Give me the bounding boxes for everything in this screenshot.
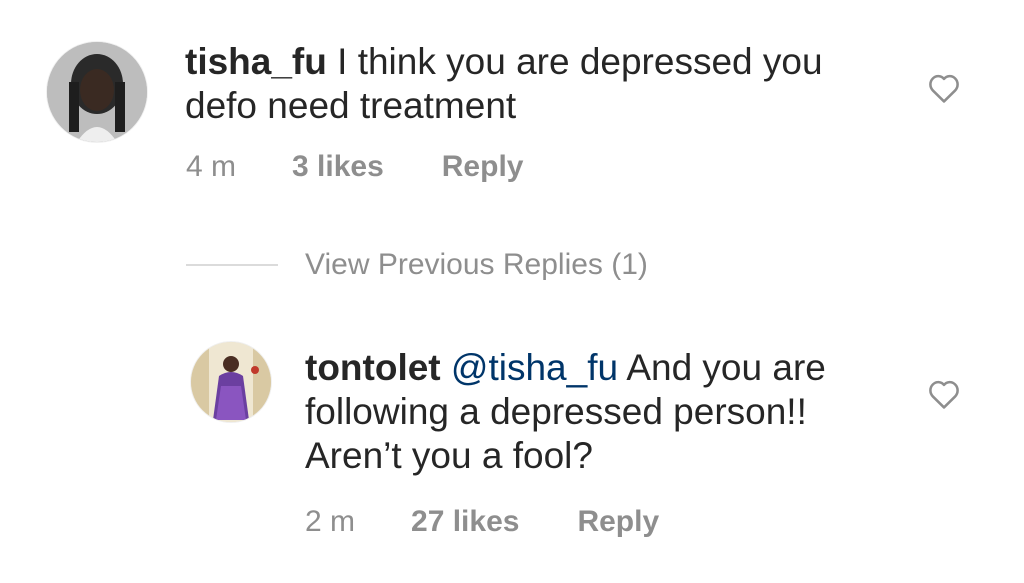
like-heart-icon[interactable] <box>927 378 961 410</box>
comment-likes-count[interactable]: 27 likes <box>411 505 519 539</box>
comment-timestamp: 4 m <box>186 150 237 183</box>
mention-link[interactable]: @tisha_fu <box>451 347 618 388</box>
divider-line <box>186 264 278 266</box>
user-avatar-image <box>47 42 147 142</box>
comment-likes-count[interactable]: 3 likes <box>292 150 384 184</box>
avatar[interactable] <box>191 342 271 422</box>
avatar[interactable] <box>47 42 147 142</box>
user-avatar-image <box>191 342 271 422</box>
comment-username[interactable]: tisha_fu <box>185 41 327 82</box>
like-heart-icon[interactable] <box>927 72 961 104</box>
reply-button[interactable]: Reply <box>442 150 524 184</box>
comment-meta: 2 m 27 likes Reply <box>305 505 659 539</box>
comment-text: tisha_fu I think you are depressed you d… <box>185 40 875 128</box>
view-previous-replies-link[interactable]: View Previous Replies (1) <box>305 248 648 282</box>
comment-meta: 4 m 3 likes Reply <box>186 150 523 184</box>
reply-button[interactable]: Reply <box>577 505 659 539</box>
comment-text: tontolet @tisha_fu And you are following… <box>305 346 895 478</box>
comment-username[interactable]: tontolet <box>305 347 441 388</box>
comment-timestamp: 2 m <box>305 505 356 538</box>
